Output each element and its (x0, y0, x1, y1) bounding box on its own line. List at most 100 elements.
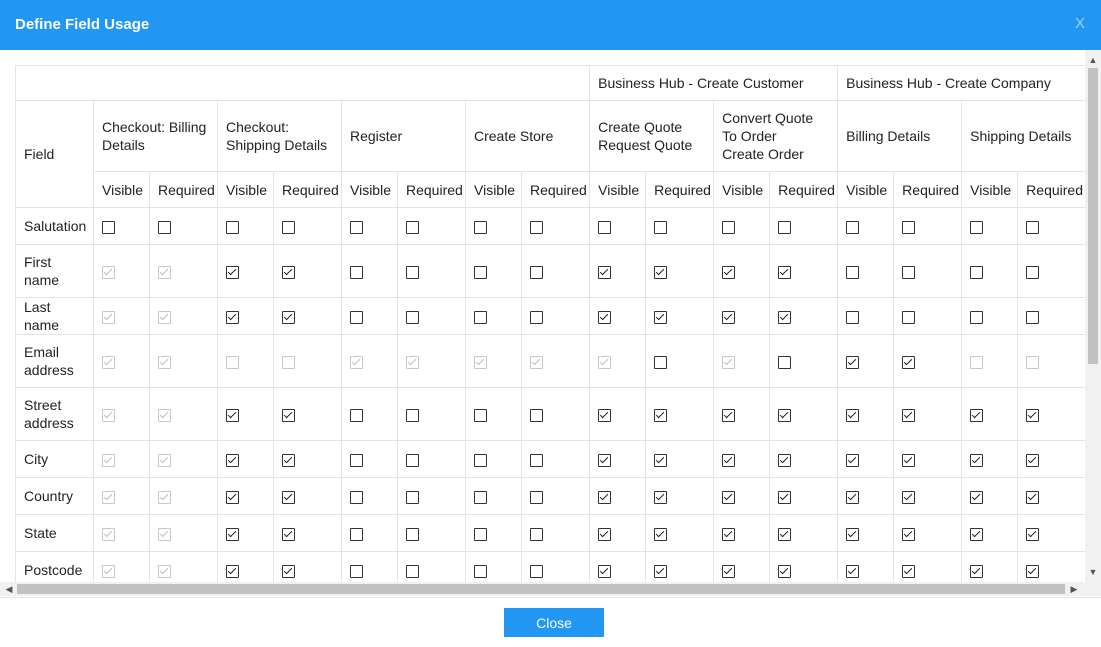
required-checkbox[interactable] (902, 310, 916, 324)
required-checkbox[interactable] (530, 220, 543, 234)
vertical-scrollbar[interactable]: ▲ ▼ (1085, 50, 1101, 582)
required-checkbox[interactable] (282, 490, 295, 504)
required-checkbox[interactable] (406, 265, 419, 279)
required-checkbox[interactable] (778, 408, 792, 422)
required-checkbox[interactable] (406, 490, 419, 504)
visible-checkbox[interactable] (226, 453, 239, 467)
visible-checkbox[interactable] (598, 265, 612, 279)
visible-checkbox[interactable] (598, 564, 612, 578)
required-checkbox[interactable] (406, 564, 419, 578)
visible-checkbox[interactable] (598, 408, 612, 422)
scroll-up-arrow-icon[interactable]: ▲ (1085, 52, 1101, 68)
visible-checkbox[interactable] (722, 490, 736, 504)
visible-checkbox[interactable] (350, 527, 363, 541)
visible-checkbox[interactable] (474, 564, 487, 578)
required-checkbox[interactable] (1026, 527, 1040, 541)
close-icon[interactable]: X (1075, 15, 1085, 32)
required-checkbox[interactable] (902, 490, 916, 504)
required-checkbox[interactable] (1026, 490, 1040, 504)
visible-checkbox[interactable] (970, 490, 984, 504)
visible-checkbox[interactable] (350, 408, 363, 422)
required-checkbox[interactable] (530, 527, 543, 541)
required-checkbox[interactable] (778, 564, 792, 578)
required-checkbox[interactable] (282, 310, 295, 324)
visible-checkbox[interactable] (722, 220, 736, 234)
required-checkbox[interactable] (902, 265, 916, 279)
required-checkbox[interactable] (902, 355, 916, 369)
visible-checkbox[interactable] (846, 408, 860, 422)
visible-checkbox[interactable] (598, 220, 612, 234)
visible-checkbox[interactable] (350, 310, 363, 324)
visible-checkbox[interactable] (474, 265, 487, 279)
visible-checkbox[interactable] (970, 265, 984, 279)
required-checkbox[interactable] (654, 265, 668, 279)
close-button[interactable]: Close (504, 608, 604, 637)
visible-checkbox[interactable] (102, 220, 115, 234)
required-checkbox[interactable] (654, 408, 668, 422)
visible-checkbox[interactable] (350, 265, 363, 279)
required-checkbox[interactable] (406, 408, 419, 422)
visible-checkbox[interactable] (474, 527, 487, 541)
required-checkbox[interactable] (406, 310, 419, 324)
scroll-right-arrow-icon[interactable]: ▶ (1067, 582, 1081, 596)
scroll-left-arrow-icon[interactable]: ◀ (2, 582, 16, 596)
visible-checkbox[interactable] (970, 527, 984, 541)
visible-checkbox[interactable] (846, 564, 860, 578)
visible-checkbox[interactable] (722, 453, 736, 467)
visible-checkbox[interactable] (722, 310, 736, 324)
required-checkbox[interactable] (778, 527, 792, 541)
visible-checkbox[interactable] (970, 310, 984, 324)
required-checkbox[interactable] (1026, 408, 1040, 422)
required-checkbox[interactable] (902, 564, 916, 578)
required-checkbox[interactable] (530, 490, 543, 504)
required-checkbox[interactable] (1026, 220, 1040, 234)
visible-checkbox[interactable] (722, 564, 736, 578)
required-checkbox[interactable] (158, 220, 171, 234)
required-checkbox[interactable] (778, 220, 792, 234)
visible-checkbox[interactable] (970, 408, 984, 422)
required-checkbox[interactable] (1026, 453, 1040, 467)
visible-checkbox[interactable] (722, 527, 736, 541)
visible-checkbox[interactable] (350, 564, 363, 578)
required-checkbox[interactable] (282, 564, 295, 578)
required-checkbox[interactable] (654, 220, 668, 234)
required-checkbox[interactable] (1026, 310, 1040, 324)
horizontal-scrollbar[interactable]: ◀ ▶ (0, 582, 1085, 596)
scroll-down-arrow-icon[interactable]: ▼ (1085, 564, 1101, 580)
visible-checkbox[interactable] (226, 310, 239, 324)
required-checkbox[interactable] (654, 355, 668, 369)
required-checkbox[interactable] (902, 220, 916, 234)
required-checkbox[interactable] (530, 453, 543, 467)
visible-checkbox[interactable] (226, 220, 239, 234)
required-checkbox[interactable] (654, 490, 668, 504)
visible-checkbox[interactable] (474, 490, 487, 504)
visible-checkbox[interactable] (846, 310, 860, 324)
required-checkbox[interactable] (530, 310, 543, 324)
visible-checkbox[interactable] (350, 453, 363, 467)
visible-checkbox[interactable] (350, 220, 363, 234)
visible-checkbox[interactable] (350, 490, 363, 504)
vertical-scroll-thumb[interactable] (1088, 68, 1098, 364)
required-checkbox[interactable] (530, 408, 543, 422)
required-checkbox[interactable] (654, 527, 668, 541)
required-checkbox[interactable] (282, 220, 295, 234)
required-checkbox[interactable] (282, 265, 295, 279)
required-checkbox[interactable] (530, 265, 543, 279)
required-checkbox[interactable] (902, 453, 916, 467)
visible-checkbox[interactable] (846, 355, 860, 369)
visible-checkbox[interactable] (846, 490, 860, 504)
visible-checkbox[interactable] (598, 453, 612, 467)
required-checkbox[interactable] (1026, 564, 1040, 578)
visible-checkbox[interactable] (226, 490, 239, 504)
visible-checkbox[interactable] (846, 265, 860, 279)
visible-checkbox[interactable] (722, 408, 736, 422)
visible-checkbox[interactable] (226, 408, 239, 422)
visible-checkbox[interactable] (846, 453, 860, 467)
visible-checkbox[interactable] (970, 453, 984, 467)
required-checkbox[interactable] (654, 564, 668, 578)
required-checkbox[interactable] (1026, 265, 1040, 279)
visible-checkbox[interactable] (474, 220, 487, 234)
visible-checkbox[interactable] (226, 564, 239, 578)
visible-checkbox[interactable] (722, 265, 736, 279)
required-checkbox[interactable] (778, 310, 792, 324)
